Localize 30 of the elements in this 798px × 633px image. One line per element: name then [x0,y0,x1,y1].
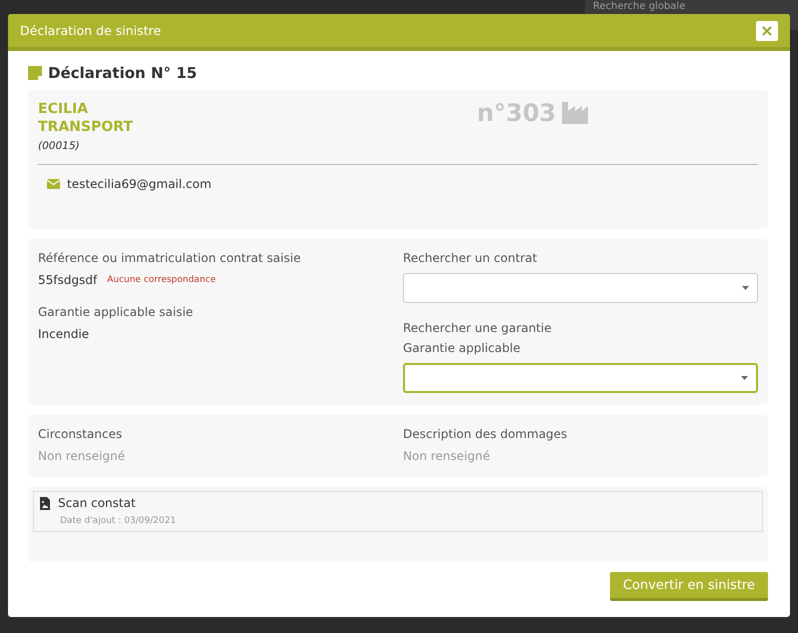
field-value: 55fsdgsdf [38,273,98,287]
dropdown-field[interactable] [403,363,758,393]
factory-icon [562,102,588,124]
attachment-name: Scan constat [58,496,136,510]
company-name: ECILIA [38,100,90,118]
company-code: (00015) [38,140,81,152]
caret-icon [741,376,748,380]
field-value: Incendie [38,327,90,341]
email-address: testecilia69@gmail.com [67,177,212,191]
field-label: Rechercher une garantie [403,321,552,335]
attachment-item[interactable]: Scan constat Date d'ajout : 03/09/2021 [33,491,763,532]
declaration-heading: Déclaration N° 15 [48,64,197,82]
close-button[interactable]: × [756,20,778,40]
company-name: TRANSPORT [38,118,133,136]
caret-icon [742,286,749,290]
field-label: Référence ou immatriculation contrat saisie [38,251,301,265]
modal-title: Déclaration de sinistre [20,23,161,38]
field-label: Garantie applicable [403,341,520,355]
warning-note: Aucune correspondance [107,275,216,285]
attachment-date: Date d'ajout : 03/09/2021 [59,516,177,526]
field-label: Circonstances [38,427,122,441]
search-label: Recherche globale [593,1,686,13]
dropdown-field[interactable] [403,273,758,303]
convert-button[interactable]: Convertir en sinistre [610,572,768,601]
field-label: Description des dommages [403,427,568,441]
image-file-icon [40,496,50,510]
field-label: Garantie applicable saisie [38,305,194,319]
field-label: Rechercher un contrat [403,251,538,265]
envelope-icon [47,179,60,189]
note-icon [28,66,42,80]
